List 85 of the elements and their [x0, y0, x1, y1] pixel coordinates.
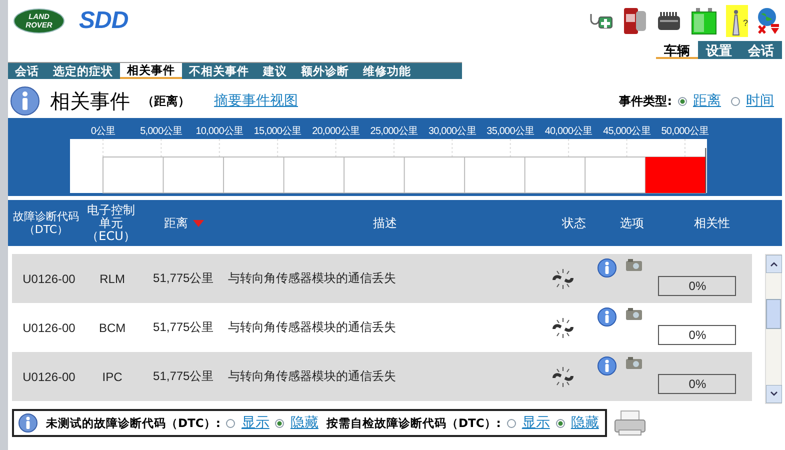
- table-cell-text: 51,775公里: [152, 319, 215, 336]
- printer-icon[interactable]: [612, 410, 647, 436]
- nav-tab[interactable]: 维修功能: [356, 63, 418, 79]
- axis-tick-label: 25,000公里: [370, 126, 418, 137]
- axis-tick-label: 20,000公里: [312, 126, 360, 137]
- info-icon: [10, 86, 40, 116]
- axis-tick-label: 5,000公里: [140, 126, 182, 137]
- column-header[interactable]: 电子控制单元（ECU）: [84, 204, 138, 242]
- table-cell-text: IPC: [101, 368, 124, 386]
- radio-button[interactable]: [731, 96, 740, 106]
- table-row[interactable]: U0126-00 IPC 51,775公里 与转向角传感器模块的通信丢失 0%: [12, 352, 752, 401]
- table-cell-text: BCM: [98, 320, 127, 336]
- nav-tab[interactable]: 额外诊断: [294, 63, 356, 79]
- filter-option-link[interactable]: 隐藏: [290, 414, 318, 432]
- axis-tick-label: 35,000公里: [486, 126, 534, 137]
- radio-button[interactable]: [506, 418, 516, 428]
- antenna-help-icon[interactable]: ?: [726, 5, 748, 37]
- radio-button[interactable]: [556, 418, 565, 428]
- camera-icon[interactable]: [624, 258, 643, 272]
- event-type-link[interactable]: 距离: [693, 92, 721, 110]
- filter-option-link[interactable]: 隐藏: [570, 414, 599, 432]
- column-header[interactable]: 选项: [608, 216, 656, 230]
- axis-tick-label: 15,000公里: [254, 126, 302, 137]
- table-cell-text: 与转向角传感器模块的通信丢失: [228, 368, 398, 385]
- scroll-down-icon[interactable]: [766, 385, 782, 403]
- table-cell-text: U0126-00: [22, 270, 76, 288]
- radio-button[interactable]: [275, 418, 284, 428]
- relevance-meter: 0%: [658, 276, 736, 296]
- nav-tab[interactable]: 会话: [8, 63, 46, 79]
- axis-tick-label: 0公里: [90, 126, 116, 137]
- axis-tick-label: 10,000公里: [196, 126, 244, 137]
- camera-icon[interactable]: [624, 307, 643, 321]
- broken-link-icon: [551, 366, 576, 388]
- nav-tab[interactable]: 选定的症状: [46, 63, 120, 79]
- table-cell-text: 与转向角传感器模块的通信丢失: [228, 270, 398, 287]
- broken-link-icon: [551, 316, 576, 338]
- event-type-link[interactable]: 时间: [746, 92, 774, 110]
- nav-tab[interactable]: 不相关事件: [182, 63, 256, 79]
- module-icon[interactable]: [656, 10, 682, 32]
- relevance-meter: 0%: [658, 374, 736, 394]
- scroll-thumb[interactable]: [766, 299, 781, 329]
- battery-icon[interactable]: [690, 6, 718, 36]
- axis-tick-label: 30,000公里: [428, 126, 476, 137]
- filter-label: 未测试的故障诊断代码（DTC）:: [46, 416, 220, 430]
- filter-option-link[interactable]: 显示: [522, 414, 550, 432]
- table-cell-text: U0126-00: [22, 320, 76, 336]
- axis-tick-label: 45,000公里: [603, 126, 650, 137]
- top-tab[interactable]: 车辆: [656, 41, 698, 59]
- top-tab[interactable]: 会话: [740, 41, 782, 59]
- info-icon: [18, 413, 38, 433]
- radio-button[interactable]: [678, 96, 687, 106]
- scroll-up-icon[interactable]: [766, 255, 782, 273]
- column-header[interactable]: 状态: [540, 216, 608, 230]
- info-icon[interactable]: [596, 258, 617, 278]
- page-title: 相关事件: [50, 88, 130, 114]
- table-cell-text: U0126-00: [22, 368, 76, 386]
- info-icon[interactable]: [596, 307, 617, 327]
- table-cell-text: RLM: [98, 270, 126, 288]
- summary-view-link[interactable]: 摘要事件视图: [214, 92, 298, 110]
- broken-link-icon: [551, 268, 576, 290]
- camera-icon[interactable]: [624, 356, 643, 370]
- column-header[interactable]: 描述: [230, 216, 540, 230]
- table-row[interactable]: U0126-00 RLM 51,775公里 与转向角传感器模块的通信丢失 0%: [12, 254, 752, 303]
- column-header[interactable]: 距离: [164, 216, 188, 230]
- nav-tab[interactable]: 相关事件: [120, 63, 182, 79]
- filter-label: 按需自检故障诊断代码（DTC）:: [326, 416, 501, 430]
- globe-exit-icon[interactable]: [756, 6, 782, 36]
- table-cell-text: 51,775公里: [152, 368, 215, 385]
- device-icon[interactable]: [622, 6, 648, 36]
- page-subtitle: （距离）: [142, 92, 190, 110]
- info-icon[interactable]: [596, 356, 617, 376]
- filter-option-link[interactable]: 显示: [241, 414, 270, 432]
- product-logo: SDD: [79, 7, 128, 35]
- relevance-meter: 0%: [658, 324, 736, 344]
- column-header[interactable]: 故障诊断代码（DTC）: [8, 210, 84, 236]
- table-cell-text: 51,775公里: [152, 270, 215, 287]
- nav-tab[interactable]: 建议: [256, 63, 294, 79]
- radio-button[interactable]: [226, 418, 236, 428]
- event-type-label: 事件类型:: [619, 92, 672, 110]
- top-tab[interactable]: 设置: [698, 41, 740, 59]
- table-cell-text: 与转向角传感器模块的通信丢失: [228, 319, 398, 336]
- axis-tick-label: 50,000公里: [661, 126, 709, 137]
- axis-tick-label: 40,000公里: [544, 126, 592, 137]
- scrollbar[interactable]: [765, 254, 782, 404]
- column-header[interactable]: 相关性: [656, 216, 768, 230]
